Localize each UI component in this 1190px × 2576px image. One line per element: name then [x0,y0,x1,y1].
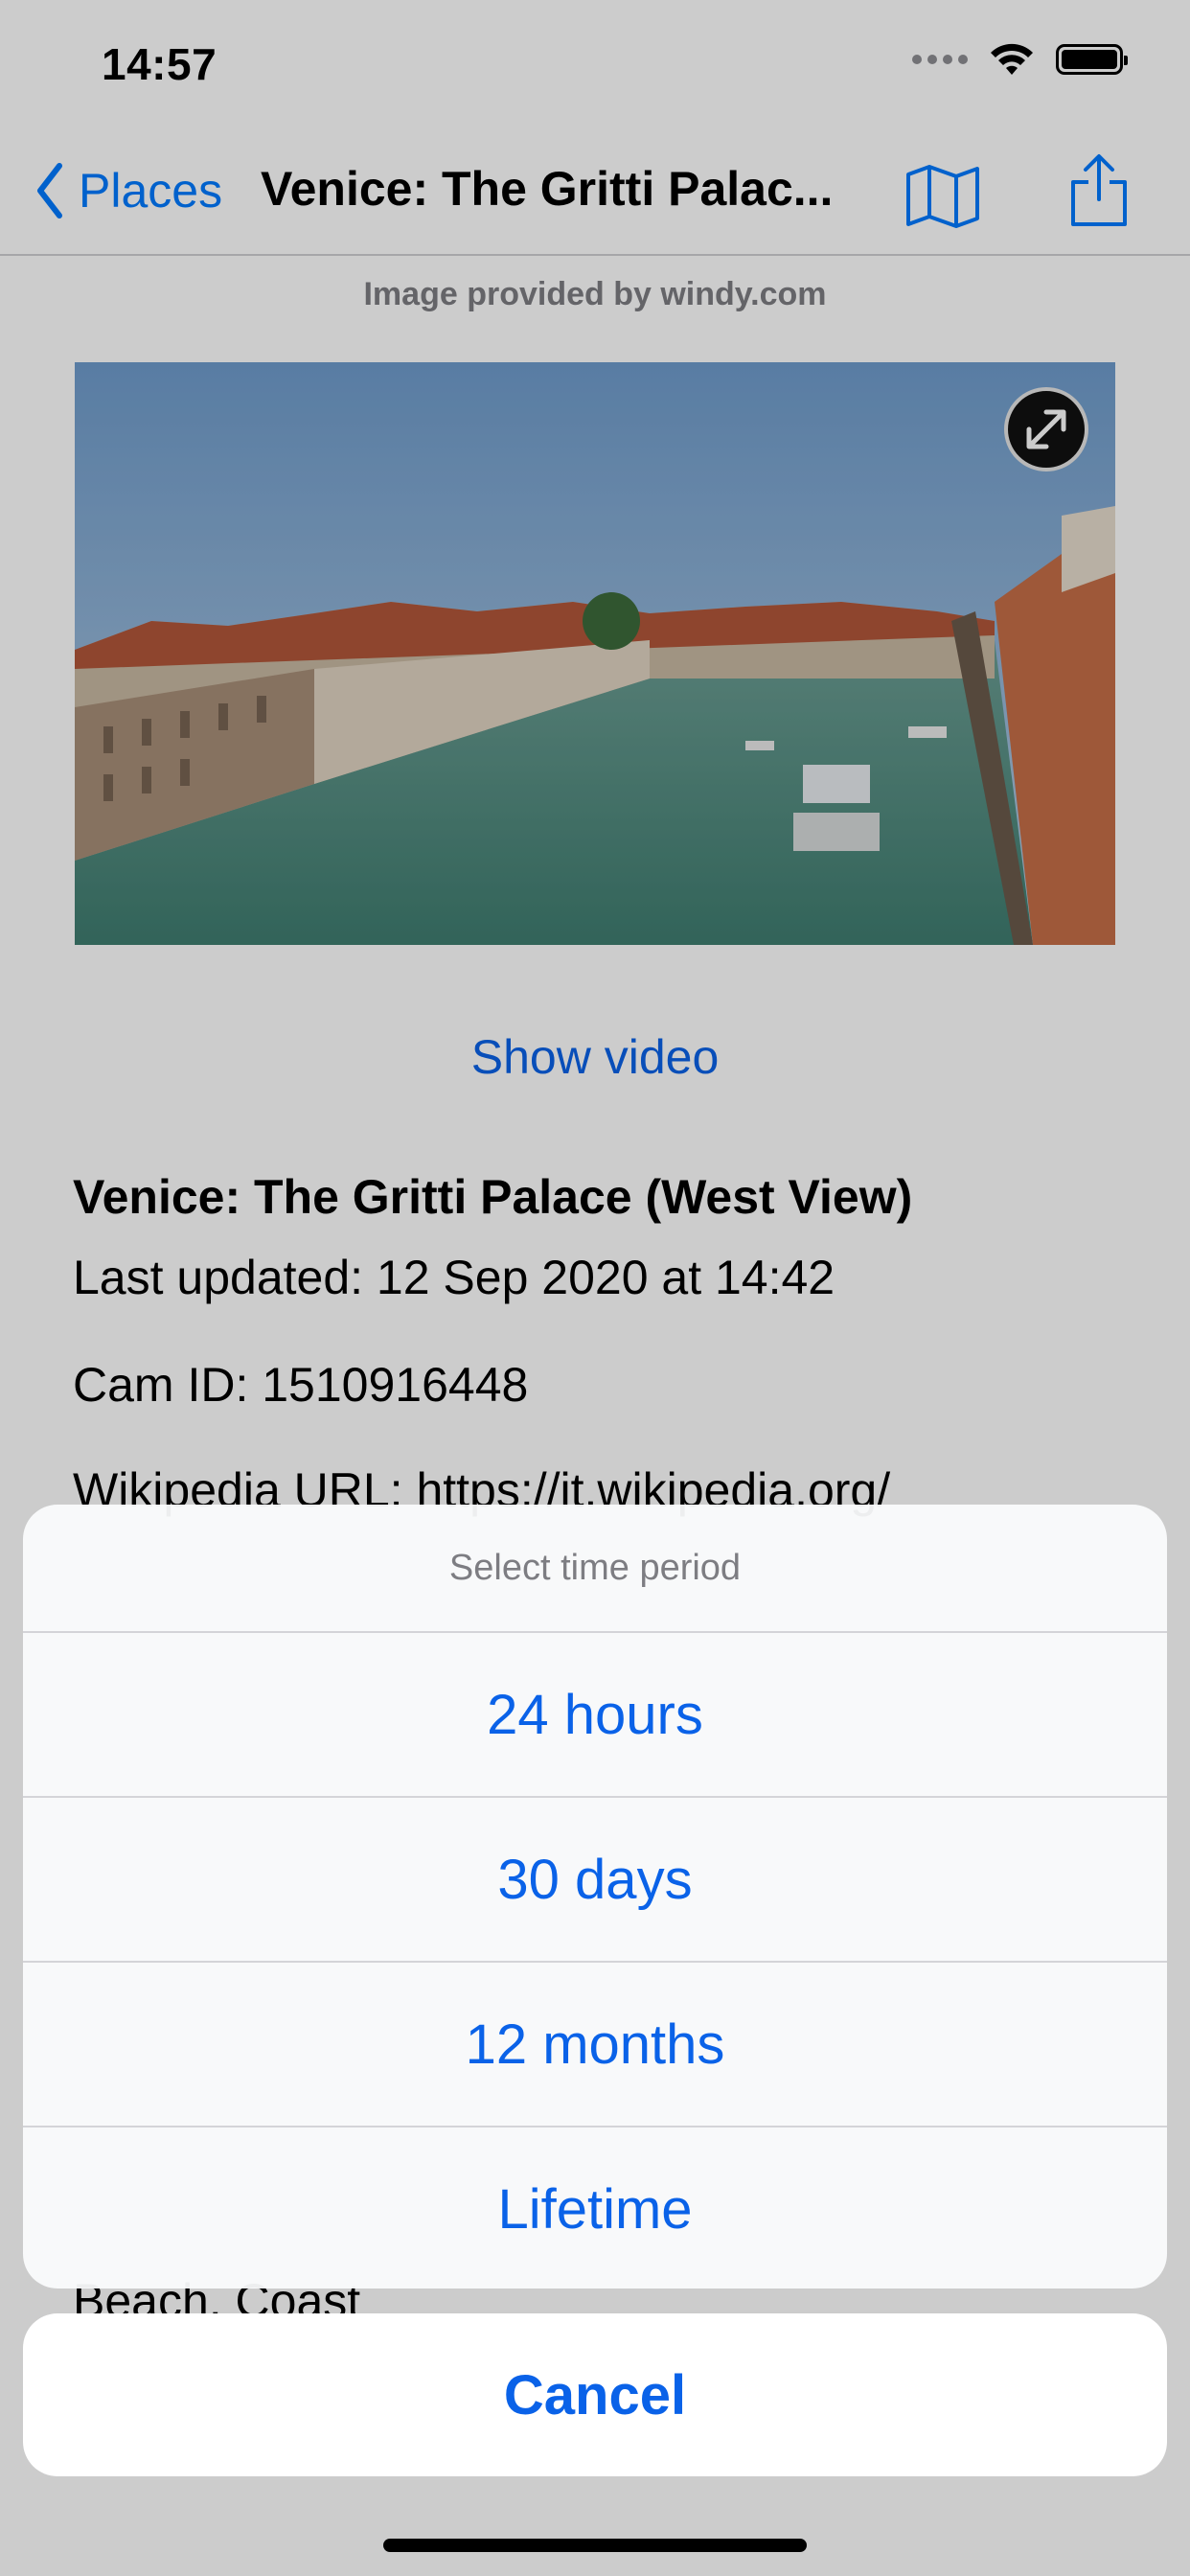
option-30-days[interactable]: 30 days [23,1798,1167,1963]
action-sheet: Select time period 24 hours 30 days 12 m… [23,1505,1167,2288]
cancel-button[interactable]: Cancel [23,2313,1167,2476]
action-sheet-title: Select time period [23,1505,1167,1633]
option-12-months[interactable]: 12 months [23,1963,1167,2128]
home-indicator[interactable] [383,2539,807,2552]
option-lifetime[interactable]: Lifetime [23,2128,1167,2288]
option-24-hours[interactable]: 24 hours [23,1633,1167,1798]
